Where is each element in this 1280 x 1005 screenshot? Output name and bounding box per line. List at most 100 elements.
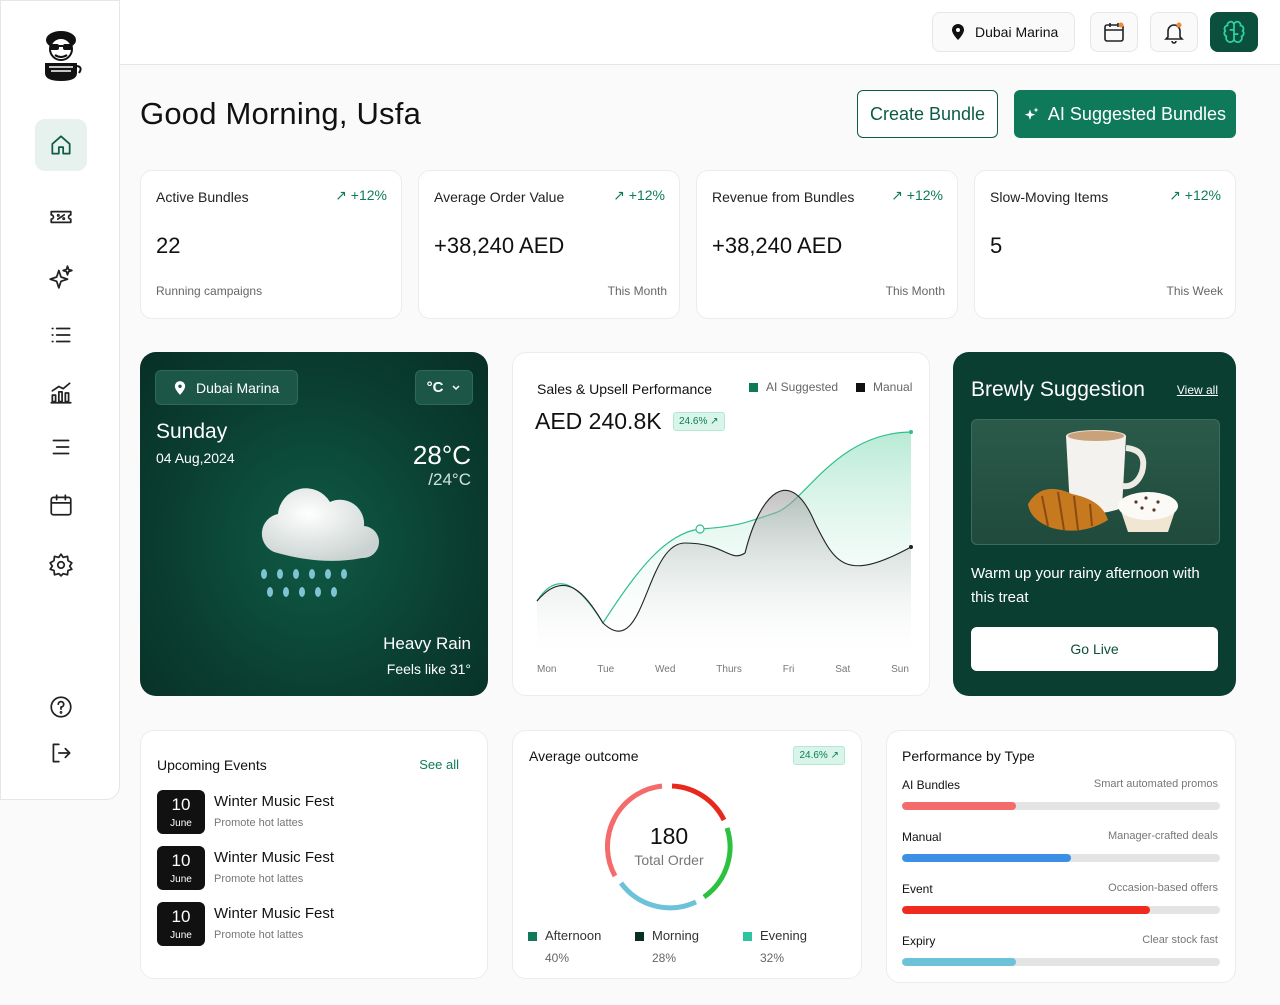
outcome-badge: 24.6% ↗ xyxy=(793,746,845,765)
event-item[interactable]: 10 June Winter Music Fest Promote hot la… xyxy=(157,846,457,890)
stat-value: +38,240 AED xyxy=(434,233,565,258)
nav-home[interactable] xyxy=(35,119,87,171)
event-name: Winter Music Fest xyxy=(214,793,335,810)
stat-change-value: +12% xyxy=(906,187,943,203)
x-tick-label: Wed xyxy=(655,664,676,675)
stat-value: +38,240 AED xyxy=(712,233,843,258)
legend-label: AI Suggested xyxy=(766,380,839,394)
go-live-button[interactable]: Go Live xyxy=(971,627,1218,671)
brain-icon xyxy=(1223,20,1245,43)
legend-swatch xyxy=(635,932,644,942)
sparkles-icon xyxy=(49,265,73,289)
stat-card-slow-moving: Slow-Moving Items ↗ +12% 5 This Week xyxy=(974,170,1236,319)
stat-change-value: +12% xyxy=(628,187,665,203)
event-month: June xyxy=(170,930,192,941)
legend-label: Afternoon xyxy=(545,928,602,943)
home-icon xyxy=(51,135,71,155)
location-label: Dubai Marina xyxy=(975,24,1059,40)
calendar-notify-icon xyxy=(1104,22,1124,42)
stat-title: Active Bundles xyxy=(156,189,249,205)
weather-card: Dubai Marina °C Sunday 04 Aug,2024 28°C … xyxy=(140,352,488,696)
view-all-link[interactable]: View all xyxy=(1177,383,1218,397)
trend-up-icon: ↗ xyxy=(335,187,347,203)
weather-date: 04 Aug,2024 xyxy=(156,450,235,466)
sidebar xyxy=(0,0,120,800)
nav-menu[interactable] xyxy=(35,421,87,473)
stat-title: Slow-Moving Items xyxy=(990,189,1109,205)
help-icon xyxy=(50,696,72,718)
nav-logout[interactable] xyxy=(35,727,87,779)
event-item[interactable]: 10 June Winter Music Fest Promote hot la… xyxy=(157,790,457,834)
stat-card-active-bundles: Active Bundles ↗ +12% 22 Running campaig… xyxy=(140,170,402,319)
perf-bar-track xyxy=(902,906,1220,914)
event-name: Winter Music Fest xyxy=(214,905,335,922)
nav-analytics[interactable] xyxy=(35,367,87,419)
legend-swatch xyxy=(528,932,537,942)
nav-calendar[interactable] xyxy=(35,479,87,531)
event-day: 10 xyxy=(171,851,191,870)
arrow-up-right-icon: ↗ xyxy=(830,750,839,761)
x-tick-label: Tue xyxy=(597,664,615,675)
stat-change: ↗ +12% xyxy=(891,187,943,204)
nav-ai[interactable] xyxy=(35,251,87,303)
perf-row-desc: Manager-crafted deals xyxy=(1107,830,1218,842)
perf-row-desc: Occasion-based offers xyxy=(1108,882,1218,894)
event-month: June xyxy=(170,874,192,885)
see-all-link[interactable]: See all xyxy=(419,757,459,772)
weather-feels-like: Feels like 31° xyxy=(386,661,471,677)
perf-row-name: AI Bundles xyxy=(902,778,961,792)
nav-discounts[interactable] xyxy=(35,191,87,243)
nav-list[interactable] xyxy=(35,309,87,361)
chart-end-point xyxy=(909,545,913,549)
x-tick-label: Sun xyxy=(891,664,909,675)
weather-location-selector[interactable]: Dubai Marina xyxy=(155,370,298,405)
x-tick-label: Mon xyxy=(537,664,557,675)
legend-pct: 28% xyxy=(652,951,677,965)
gear-icon xyxy=(49,553,73,577)
legend-evening: Evening xyxy=(743,928,807,943)
weather-low: /24°C xyxy=(428,470,471,489)
create-bundle-button[interactable]: Create Bundle xyxy=(857,90,998,138)
event-desc: Promote hot lattes xyxy=(214,817,304,829)
legend-swatch xyxy=(743,932,752,942)
calendar-icon xyxy=(50,494,72,516)
list-icon xyxy=(51,327,71,343)
ai-suggested-bundles-button[interactable]: AI Suggested Bundles xyxy=(1014,90,1236,138)
event-item[interactable]: 10 June Winter Music Fest Promote hot la… xyxy=(157,902,457,946)
weather-temp: 28°C xyxy=(412,440,471,470)
weather-day: Sunday xyxy=(156,420,228,443)
unit-selector[interactable]: °C xyxy=(415,370,473,405)
legend-ai-suggested: AI Suggested xyxy=(749,380,838,394)
suggestion-text: Warm up your rainy afternoon with this t… xyxy=(971,565,1200,606)
perf-bar-track xyxy=(902,854,1220,862)
nav-help[interactable] xyxy=(35,681,87,733)
perf-bar-fill xyxy=(902,802,1017,810)
donut-segment xyxy=(671,783,727,822)
ticket-percent-icon xyxy=(50,210,72,224)
event-day: 10 xyxy=(171,907,191,926)
average-outcome-card: Average outcome 24.6% ↗ 180 Total Order … xyxy=(512,730,862,979)
chart-marker xyxy=(695,524,705,534)
nav-settings[interactable] xyxy=(35,539,87,591)
notifications-button[interactable] xyxy=(1150,12,1198,52)
perf-bar-track xyxy=(902,802,1220,810)
perf-row-name: Event xyxy=(902,882,933,896)
event-month: June xyxy=(170,818,192,829)
sparkle-icon xyxy=(1024,107,1039,120)
ai-assistant-button[interactable] xyxy=(1210,12,1258,52)
location-selector[interactable]: Dubai Marina xyxy=(932,12,1075,52)
suggestion-title: Brewly Suggestion xyxy=(971,378,1145,401)
stat-footer: This Month xyxy=(607,284,667,298)
donut-segment xyxy=(618,881,698,911)
calendar-button[interactable] xyxy=(1090,12,1138,52)
x-tick-label: Sat xyxy=(835,664,851,675)
page-title: Good Morning, Usfa xyxy=(140,96,422,131)
trend-up-icon: ↗ xyxy=(613,187,625,203)
stat-card-average-order: Average Order Value ↗ +12% +38,240 AED T… xyxy=(418,170,680,319)
event-date: 10 June xyxy=(157,902,205,946)
stat-card-revenue: Revenue from Bundles ↗ +12% +38,240 AED … xyxy=(696,170,958,319)
legend-pct: 40% xyxy=(545,951,570,965)
location-pin-icon xyxy=(174,380,186,395)
stat-title: Revenue from Bundles xyxy=(712,189,855,205)
weather-condition: Heavy Rain xyxy=(383,634,471,653)
